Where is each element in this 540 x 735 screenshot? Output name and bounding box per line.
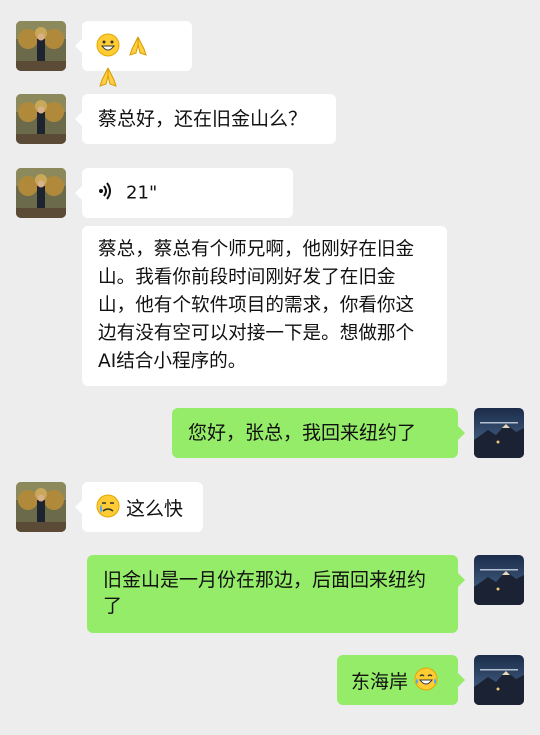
message-bubble-text[interactable]: 蔡总好，还在旧金山么？ [75,94,336,144]
message-text: 蔡总，蔡总有个师兄啊，他刚好在旧金山。我看你前段时间刚好发了在旧金山，他有个软件… [98,239,415,372]
contact-avatar[interactable] [16,168,66,218]
contact-avatar[interactable] [16,21,66,71]
voice-wave-icon [98,181,112,207]
crying-face-icon [96,494,120,525]
message-bubble-text[interactable]: 您好，张总，我回来纽约了 [172,408,465,458]
contact-avatar[interactable] [16,482,66,532]
message-text: 东海岸 [351,671,409,693]
voice-duration: 21" [126,182,158,204]
voice-message[interactable]: 21" [75,168,293,218]
tears-of-joy-icon [414,667,438,698]
folded-hands-icon [126,33,150,64]
self-avatar[interactable] [474,655,524,705]
grinning-face-icon [96,33,120,64]
message-text: 您好，张总，我回来纽约了 [188,422,417,444]
message-text: 这么快 [126,498,184,520]
message-bubble-text[interactable]: 这么快 [75,482,203,532]
message-bubble-emoji[interactable] [75,21,192,87]
message-text: 旧金山是一月份在那边，后面回来纽约了 [103,569,427,617]
message-bubble-text[interactable]: 东海岸 [337,655,465,705]
message-bubble-text[interactable]: 旧金山是一月份在那边，后面回来纽约了 [87,555,465,633]
contact-avatar[interactable] [16,94,66,144]
message-text: 蔡总好，还在旧金山么？ [98,108,308,130]
folded-hands-icon [96,64,120,95]
voice-transcription[interactable]: 蔡总，蔡总有个师兄啊，他刚好在旧金山。我看你前段时间刚好发了在旧金山，他有个软件… [82,226,447,386]
self-avatar[interactable] [474,408,524,458]
self-avatar[interactable] [474,555,524,605]
